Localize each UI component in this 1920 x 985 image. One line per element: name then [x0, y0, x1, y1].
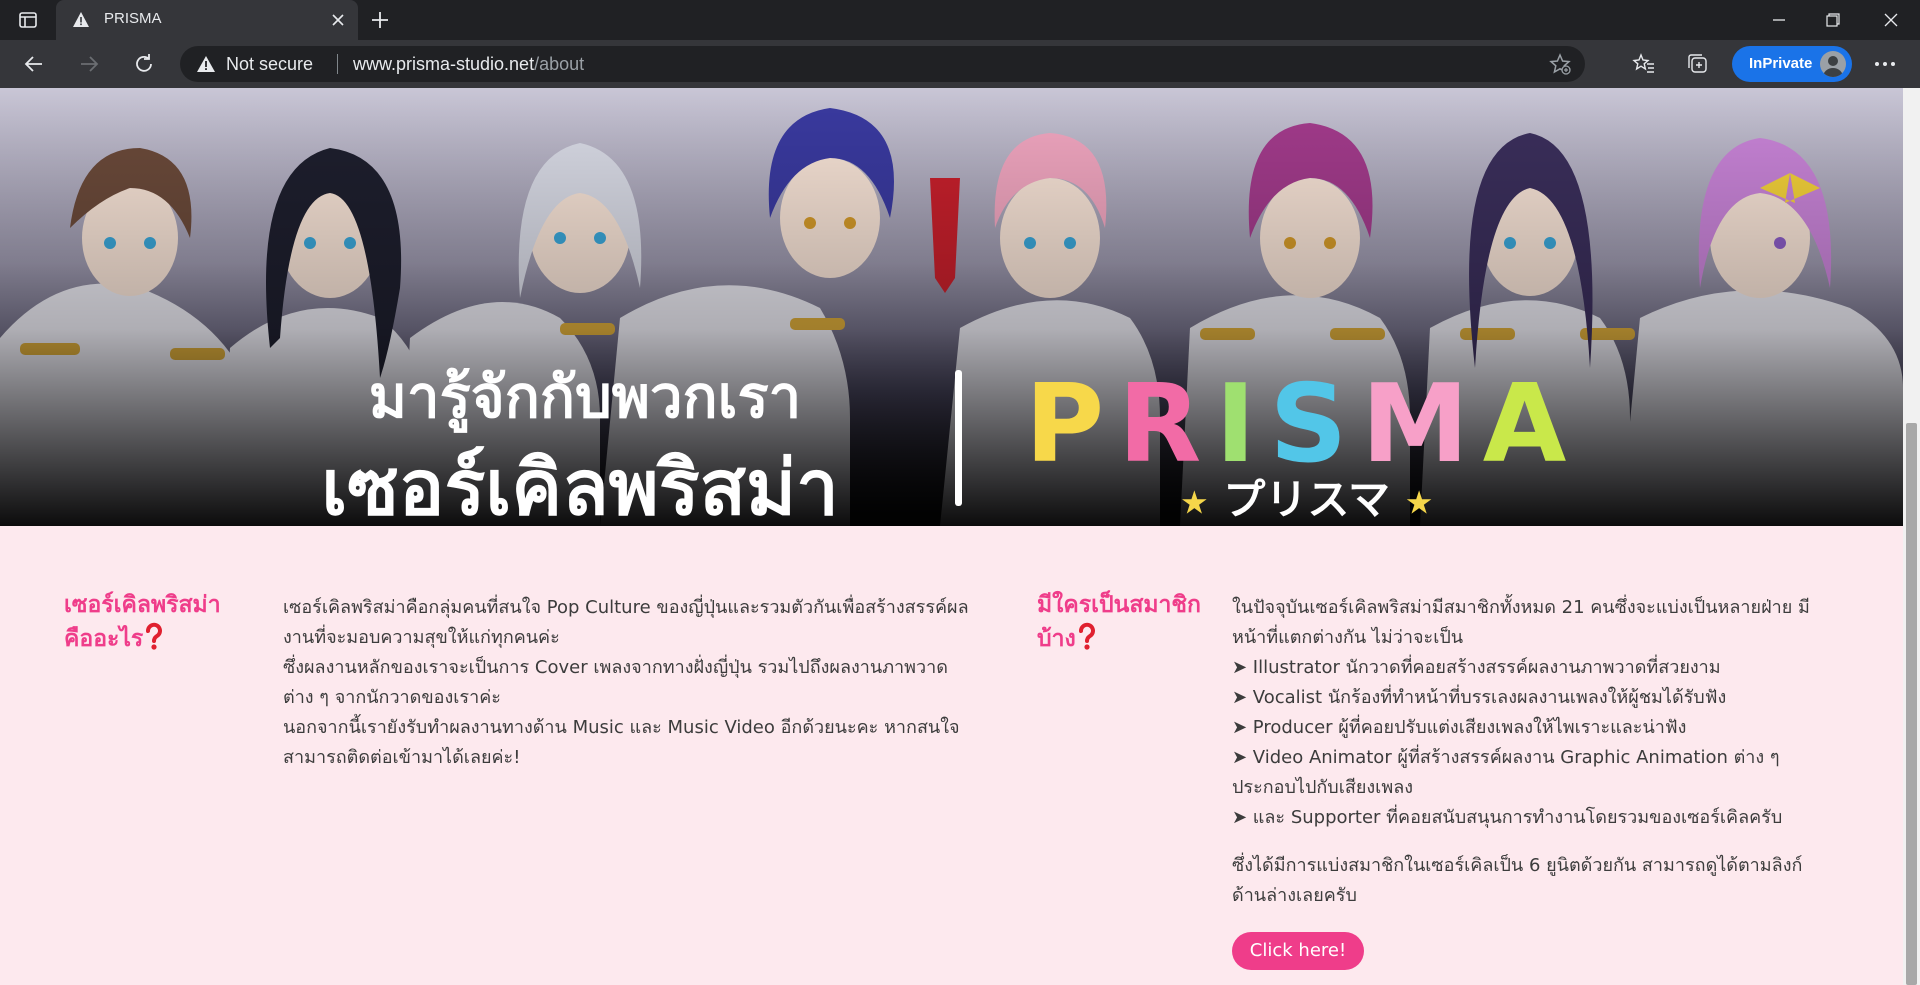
banner-tagline-large: เซอร์เคิลพริสม่า	[321, 443, 839, 526]
scrollbar-thumb[interactable]	[1906, 423, 1917, 985]
tab-actions-icon[interactable]	[18, 10, 38, 30]
page-scrollbar[interactable]	[1903, 88, 1920, 985]
members-heading: มีใครเป็นสมาชิก บ้าง	[1037, 588, 1207, 656]
click-here-button[interactable]: Click here!	[1232, 932, 1364, 970]
close-tab-icon[interactable]	[328, 10, 348, 30]
browser-toolbar: Not secure www.prisma-studio.net/about I…	[0, 40, 1920, 88]
text-line: ➤ Vocalist นักร้องที่ทำหน้าที่บรรเลงผลงา…	[1232, 687, 1727, 708]
restore-icon[interactable]	[1806, 0, 1860, 40]
address-separator	[337, 54, 338, 74]
security-label[interactable]: Not secure	[226, 54, 313, 75]
members-heading-line2: บ้าง	[1037, 626, 1076, 652]
inprivate-label: InPrivate	[1749, 55, 1813, 72]
logo-letter: P	[1025, 362, 1113, 487]
text-line: ต่าง ๆ จากนักวาดของเราค่ะ	[283, 687, 501, 708]
tab-title: PRISMA	[104, 10, 162, 27]
question-mark-icon	[1078, 622, 1095, 650]
text-line: ➤ Video Animator ผู้ที่สร้างสรรค์ผลงาน G…	[1232, 747, 1780, 768]
banner-divider	[955, 370, 962, 506]
text-line: ซึ่งได้มีการแบ่งสมาชิกในเซอร์เคิลเป็น 6 …	[1232, 855, 1803, 876]
add-favorite-icon[interactable]	[1549, 53, 1571, 75]
text-line: ➤ Producer ผู้ที่คอยปรับแต่งเสียงเพลงให้…	[1232, 717, 1687, 738]
more-menu-icon[interactable]	[1871, 50, 1899, 78]
text-line: นอกจากนี้เรายังรับทำผลงานทางด้าน Music แ…	[283, 717, 960, 738]
members-heading-line1: มีใครเป็นสมาชิก	[1037, 592, 1201, 618]
inprivate-button[interactable]: InPrivate	[1732, 46, 1852, 82]
text-line: งานที่จะมอบความสุขให้แก่ทุกคนค่ะ	[283, 627, 560, 648]
hero-banner: มารู้จักกับพวกเรา เซอร์เคิลพริสม่า PRISM…	[0, 88, 1903, 526]
text-line: ➤ Illustrator นักวาดที่คอยสร้างสรรค์ผลงา…	[1232, 657, 1721, 678]
page-viewport: มารู้จักกับพวกเรา เซอร์เคิลพริสม่า PRISM…	[0, 88, 1903, 985]
logo-letters: PRISMA	[1025, 362, 1566, 487]
members-footer-text: ซึ่งได้มีการแบ่งสมาชิกในเซอร์เคิลเป็น 6 …	[1232, 851, 1872, 911]
refresh-icon[interactable]	[130, 50, 158, 78]
about-text: เซอร์เคิลพริสม่าคือกลุ่มคนที่สนใจ Pop Cu…	[283, 593, 1003, 773]
logo-kana: プリスマ	[1223, 475, 1391, 524]
text-line: ซึ่งผลงานหลักของเราจะเป็นการ Cover เพลงจ…	[283, 657, 948, 678]
not-secure-icon[interactable]	[196, 55, 216, 73]
logo-letter: A	[1482, 362, 1575, 487]
about-heading: เซอร์เคิลพริสม่า คืออะไร	[64, 588, 254, 656]
text-line: ในปัจจุบันเซอร์เคิลพริสม่ามีสมาชิกทั้งหม…	[1232, 597, 1810, 618]
address-bar[interactable]: Not secure www.prisma-studio.net/about	[180, 46, 1585, 82]
back-icon[interactable]	[20, 50, 48, 78]
warning-favicon-icon	[73, 12, 89, 27]
logo-kana-row: ★ プリスマ ★	[1180, 466, 1433, 526]
star-icon: ★	[1404, 483, 1434, 522]
logo-letter: M	[1361, 362, 1477, 487]
logo-letter: R	[1118, 362, 1210, 487]
close-window-icon[interactable]	[1864, 0, 1918, 40]
active-tab[interactable]: PRISMA	[56, 0, 358, 40]
collections-icon[interactable]	[1684, 50, 1712, 78]
star-icon: ★	[1180, 483, 1209, 522]
logo-letter: I	[1215, 362, 1264, 487]
members-text: ในปัจจุบันเซอร์เคิลพริสม่ามีสมาชิกทั้งหม…	[1232, 593, 1872, 833]
url-host: www.prisma-studio.net	[353, 54, 535, 74]
favorites-icon[interactable]	[1630, 50, 1658, 78]
logo-letter: S	[1269, 362, 1356, 487]
minimize-icon[interactable]	[1752, 0, 1806, 40]
about-heading-line2: คืออะไร	[64, 626, 144, 652]
text-line: เซอร์เคิลพริสม่าคือกลุ่มคนที่สนใจ Pop Cu…	[283, 597, 969, 618]
text-line: ด้านล่างเลยครับ	[1232, 885, 1357, 906]
profile-avatar	[1820, 51, 1846, 77]
about-heading-line1: เซอร์เคิลพริสม่า	[64, 592, 221, 618]
text-line: หน้าที่แตกต่างกัน ไม่ว่าจะเป็น	[1232, 627, 1464, 648]
title-bar: PRISMA	[0, 0, 1920, 40]
text-line: สามารถติดต่อเข้ามาได้เลยค่ะ!	[283, 747, 521, 768]
new-tab-icon[interactable]	[368, 8, 392, 32]
url-path: /about	[534, 54, 585, 74]
url-text[interactable]: www.prisma-studio.net/about	[353, 54, 584, 75]
question-mark-icon	[146, 622, 163, 650]
forward-icon[interactable]	[75, 50, 103, 78]
text-line: ➤ และ Supporter ที่คอยสนับสนุนการทำงานโด…	[1232, 807, 1783, 828]
text-line: ประกอบไปกับเสียงเพลง	[1232, 777, 1414, 798]
